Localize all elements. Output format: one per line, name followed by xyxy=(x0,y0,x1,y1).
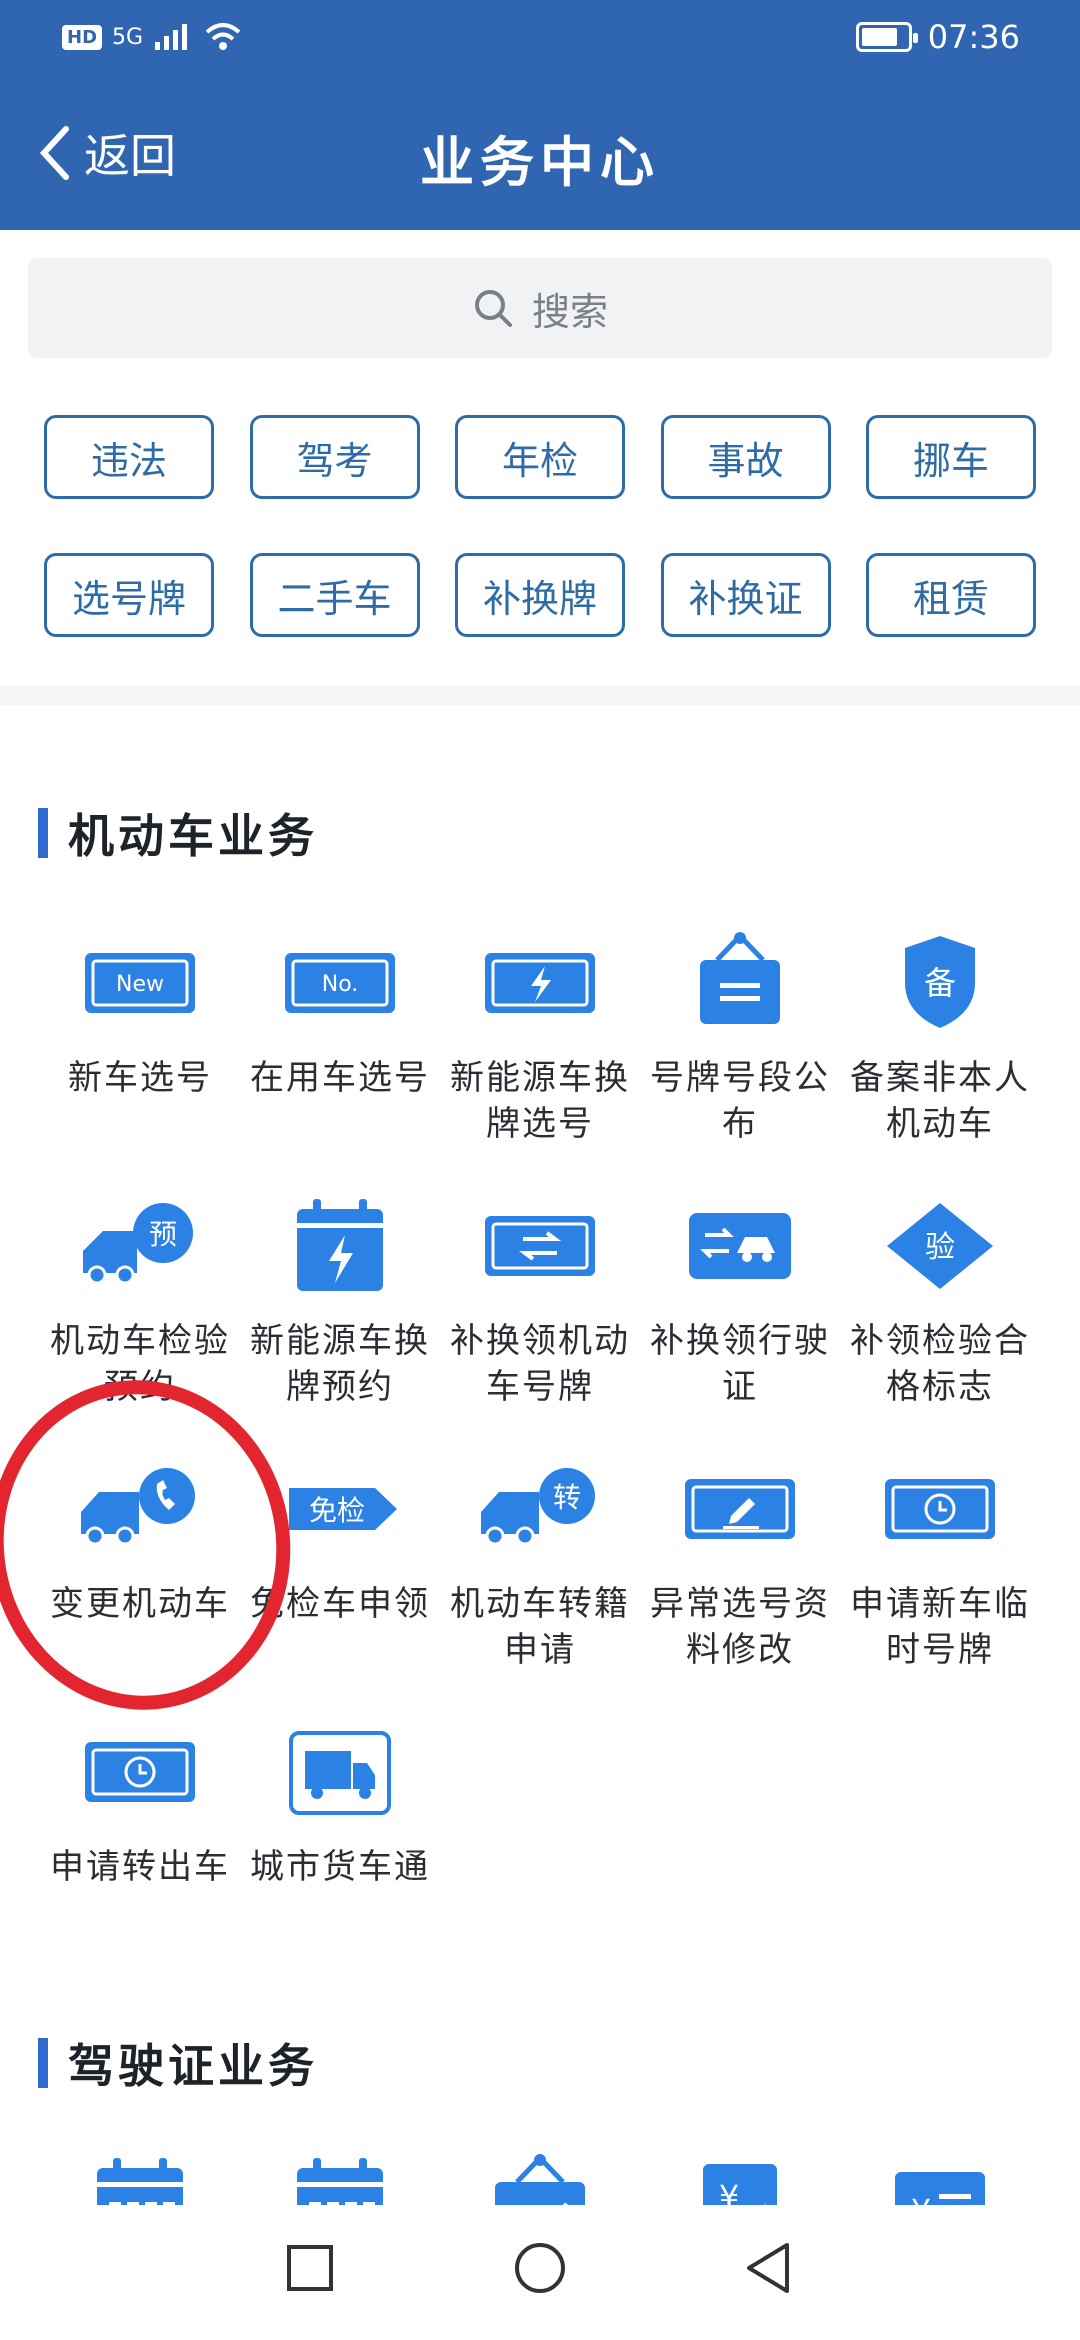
tag-button[interactable]: 补换证 xyxy=(660,553,831,637)
service-label: 新能源车换牌预约 xyxy=(250,1321,430,1407)
service-label: 号牌号段公布 xyxy=(650,1058,830,1144)
service-item[interactable]: 申请转出车 xyxy=(40,1712,240,1975)
service-item[interactable]: 城市货车通 xyxy=(240,1712,440,1975)
service-item[interactable]: 新能源车换牌预约 xyxy=(240,1186,440,1449)
status-right: 07:36 xyxy=(855,18,1020,56)
home-button[interactable] xyxy=(505,2233,575,2303)
section-title-vehicle: 机动车业务 xyxy=(38,800,318,866)
section-accent-bar xyxy=(38,2038,48,2088)
cargo-truck-icon xyxy=(270,1712,410,1832)
service-label: 变更机动车 xyxy=(50,1584,230,1624)
service-label: 机动车检验预约 xyxy=(50,1321,230,1407)
svg-text:No.: No. xyxy=(322,972,359,997)
truck-phone-icon xyxy=(70,1449,210,1569)
ev-plate-icon xyxy=(470,923,610,1043)
truck-appointment-icon: 预 xyxy=(70,1186,210,1306)
section-title-text: 驾驶证业务 xyxy=(68,2039,318,2093)
shield-record-icon: 备 xyxy=(870,923,1010,1043)
service-label: 在用车选号 xyxy=(250,1058,430,1098)
tag-button[interactable]: 二手车 xyxy=(249,553,420,637)
ev-calendar-icon xyxy=(270,1186,410,1306)
svg-text:验: 验 xyxy=(925,1230,955,1265)
service-item[interactable]: No. 在用车选号 xyxy=(240,923,440,1186)
svg-text:转: 转 xyxy=(553,1481,581,1514)
network-label: 5G xyxy=(112,24,144,50)
search-placeholder: 搜索 xyxy=(531,289,608,334)
exempt-tag-icon: 免检 xyxy=(270,1449,410,1569)
service-item[interactable]: 申请新车临时号牌 xyxy=(840,1449,1040,1712)
service-item[interactable]: New 新车选号 xyxy=(40,923,240,1186)
tag-button[interactable]: 补换牌 xyxy=(455,553,625,637)
service-item[interactable]: 新能源车换牌选号 xyxy=(440,923,640,1186)
service-label: 新能源车换牌选号 xyxy=(450,1058,630,1144)
section-title-license: 驾驶证业务 xyxy=(38,2030,318,2096)
service-item[interactable]: 补换领机动车号牌 xyxy=(440,1186,640,1449)
service-item[interactable]: 转 机动车转籍申请 xyxy=(440,1449,640,1712)
service-label: 补换领行驶证 xyxy=(650,1321,830,1407)
tag-button[interactable]: 驾考 xyxy=(249,415,420,499)
service-item[interactable]: 预 机动车检验预约 xyxy=(40,1186,240,1449)
services-panel: 机动车业务 New 新车选号 No. 在用车选号 新能源车换牌选号 号牌号段公布… xyxy=(0,705,1080,2250)
svg-text:预: 预 xyxy=(149,1218,177,1251)
service-item[interactable]: 补换领行驶证 xyxy=(640,1186,840,1449)
status-bar: HD 5G 07:36 xyxy=(0,0,1080,80)
status-left: HD 5G xyxy=(62,22,243,52)
wifi-icon xyxy=(205,23,241,50)
clock-plate-icon xyxy=(70,1712,210,1832)
hd-badge: HD xyxy=(62,24,103,50)
clock-plate-icon xyxy=(870,1449,1010,1569)
service-label: 机动车转籍申请 xyxy=(450,1584,630,1670)
page-title: 业务中心 xyxy=(420,131,660,194)
tag-button[interactable]: 挪车 xyxy=(866,415,1036,499)
clock-time: 07:36 xyxy=(927,18,1020,56)
service-label: 城市货车通 xyxy=(250,1847,430,1887)
app-header: HD 5G 07:36 返回 业务中心 xyxy=(0,0,1080,230)
tag-button[interactable]: 选号牌 xyxy=(44,553,214,637)
search-input[interactable]: 搜索 xyxy=(28,258,1052,358)
hanging-sign-icon xyxy=(670,923,810,1043)
service-label: 申请转出车 xyxy=(50,1847,230,1887)
tag-button[interactable]: 违法 xyxy=(44,415,214,499)
search-icon xyxy=(474,290,512,327)
signal-icon xyxy=(155,24,188,50)
svg-text:备: 备 xyxy=(924,964,956,1002)
service-item[interactable]: 免检 免检车申领 xyxy=(240,1449,440,1712)
svg-text:免检: 免检 xyxy=(309,1494,365,1527)
section-accent-bar xyxy=(38,808,48,858)
battery-icon xyxy=(855,22,918,52)
tag-button[interactable]: 事故 xyxy=(660,415,831,499)
service-item[interactable]: 号牌号段公布 xyxy=(640,923,840,1186)
svg-text:New: New xyxy=(116,972,164,997)
service-label: 补领检验合格标志 xyxy=(850,1321,1030,1407)
truck-transfer-icon: 转 xyxy=(470,1449,610,1569)
system-nav-bar xyxy=(0,2205,1080,2340)
service-item[interactable]: 备 备案非本人机动车 xyxy=(840,923,1040,1186)
inspection-diamond-icon: 验 xyxy=(870,1186,1010,1306)
service-label: 异常选号资料修改 xyxy=(650,1584,830,1670)
no-plate-icon: No. xyxy=(270,923,410,1043)
service-label: 备案非本人机动车 xyxy=(850,1058,1030,1144)
vehicle-services-grid: New 新车选号 No. 在用车选号 新能源车换牌选号 号牌号段公布 备 备案非… xyxy=(0,923,1080,1975)
tag-button[interactable]: 年检 xyxy=(455,415,625,499)
recent-apps-button[interactable] xyxy=(275,2233,345,2303)
swap-car-icon xyxy=(670,1186,810,1306)
back-nav-button[interactable] xyxy=(735,2233,805,2303)
service-item[interactable]: 变更机动车 xyxy=(40,1449,240,1712)
service-label: 申请新车临时号牌 xyxy=(850,1584,1030,1670)
service-label: 补换领机动车号牌 xyxy=(450,1321,630,1407)
search-section: 搜索 违法 驾考 年检 事故 挪车 选号牌 二手车 补换牌 补换证 租赁 xyxy=(0,230,1080,685)
swap-plate-icon xyxy=(470,1186,610,1306)
tag-button[interactable]: 租赁 xyxy=(866,553,1036,637)
service-label: 新车选号 xyxy=(68,1058,212,1098)
service-label: 免检车申领 xyxy=(250,1584,430,1624)
edit-plate-icon xyxy=(670,1449,810,1569)
section-title-text: 机动车业务 xyxy=(68,809,318,863)
service-item[interactable]: 异常选号资料修改 xyxy=(640,1449,840,1712)
service-item[interactable]: 验 补领检验合格标志 xyxy=(840,1186,1040,1449)
quick-tags: 违法 驾考 年检 事故 挪车 选号牌 二手车 补换牌 补换证 租赁 xyxy=(44,415,1036,637)
new-plate-icon: New xyxy=(70,923,210,1043)
